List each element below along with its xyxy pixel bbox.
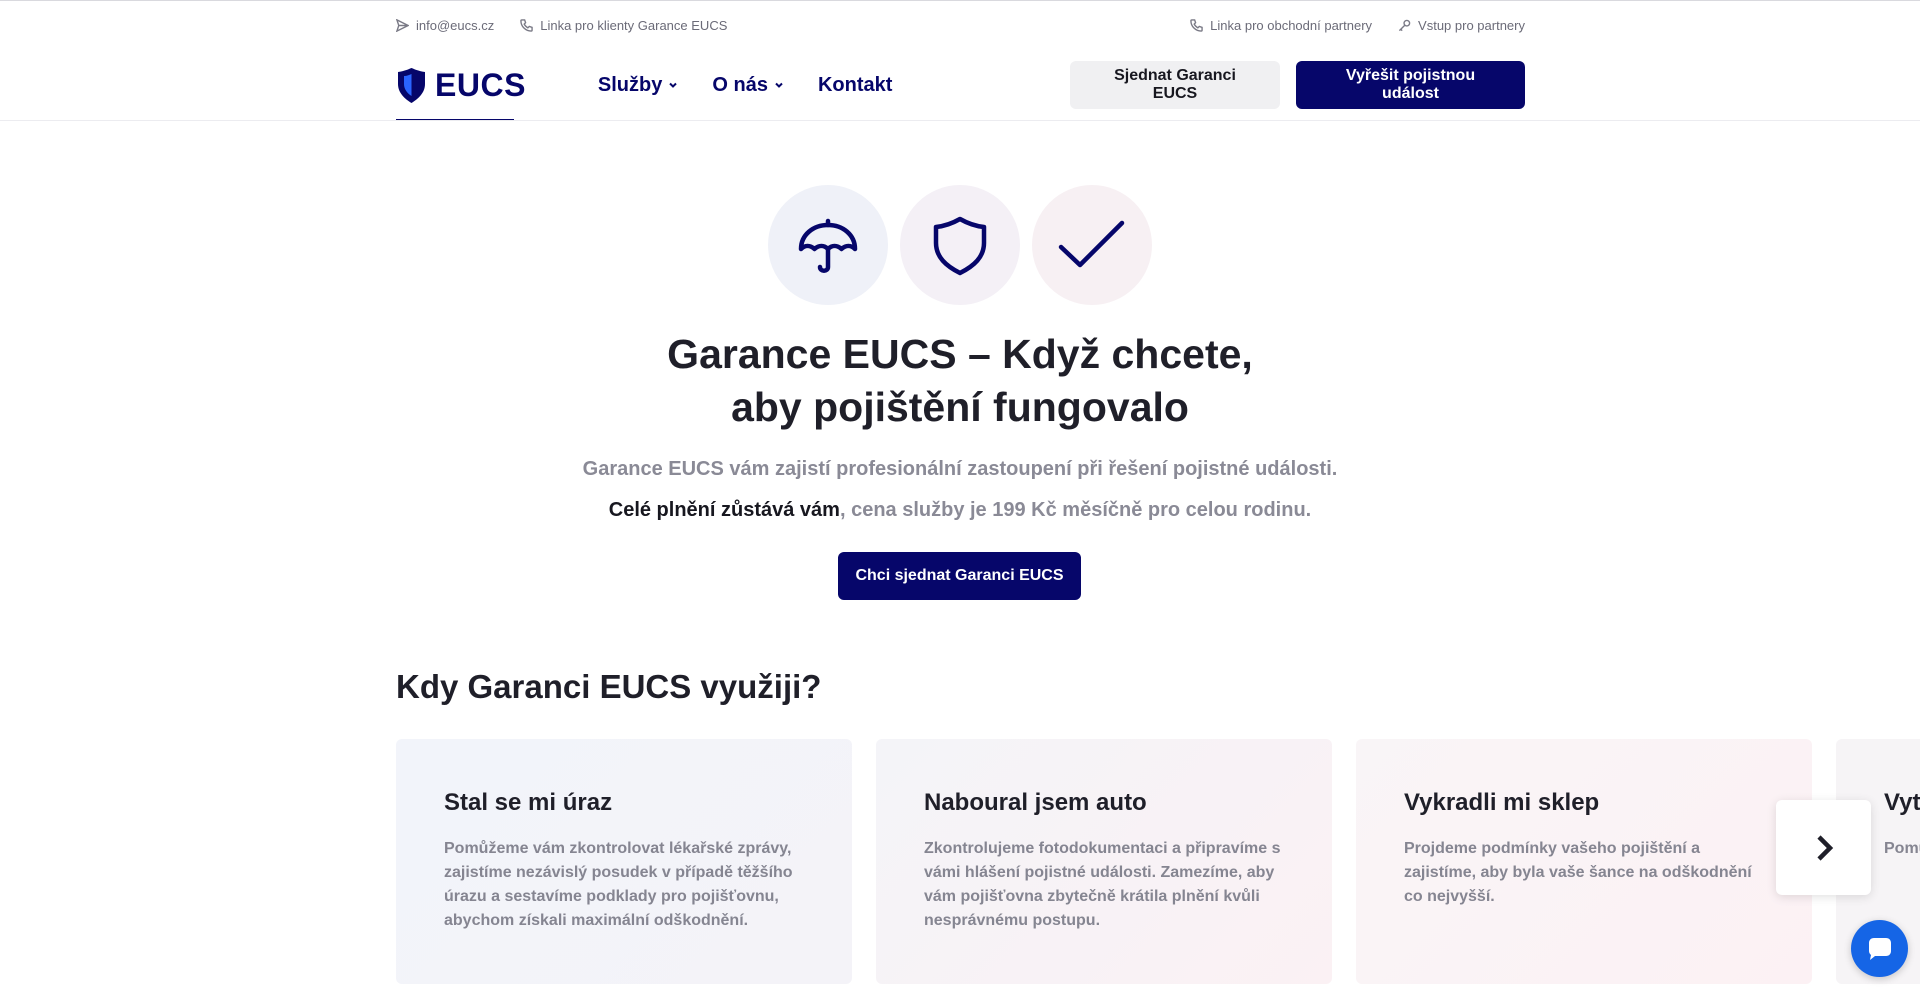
card-title: Vyt (1884, 789, 1920, 816)
chevron-right-icon (1816, 834, 1833, 861)
hero-title-line1: Garance EUCS – Když chcete, (667, 331, 1253, 377)
menu-label: Kontakt (817, 73, 893, 96)
phone-icon (520, 18, 534, 32)
card-injury[interactable]: Stal se mi úraz Pomůžeme vám zkontrolova… (396, 739, 852, 984)
hero-subtitle-bold: Celé plnění zůstává vám (608, 499, 840, 521)
utility-bar: info@eucs.cz Linka pro klienty Garance E… (396, 14, 1525, 36)
main-nav: EUCS Služby O nás Kontakt Sjednat Garanc… (396, 50, 1525, 121)
logo-shield-icon (398, 67, 425, 103)
card-text: Pomů uplat a pro (1884, 840, 1920, 857)
carousel-next-button[interactable] (1776, 800, 1871, 895)
phone-icon (1190, 18, 1203, 32)
umbrella-icon (798, 218, 858, 273)
card-text: Pomůžeme vám zkontrolovat lékařské zpráv… (444, 840, 793, 929)
umbrella-circle (768, 185, 888, 305)
partner-login-link[interactable]: Vstup pro partnery (1398, 18, 1525, 33)
card-title: Vykradli mi sklep (1404, 789, 1600, 816)
menu-label: O nás (712, 73, 768, 96)
top-border (0, 0, 1920, 1)
check-circle (1032, 185, 1152, 305)
shield-circle (900, 185, 1020, 305)
card-car-crash[interactable]: Naboural jsem auto Zkontrolujeme fotodok… (876, 739, 1332, 984)
client-line-link[interactable]: Linka pro klienty Garance EUCS (520, 18, 727, 33)
nav-divider (0, 120, 1920, 121)
email-link[interactable]: info@eucs.cz (396, 18, 494, 33)
card-title: Naboural jsem auto (924, 789, 1147, 816)
partner-line-link[interactable]: Linka pro obchodní partnery (1190, 18, 1372, 33)
solve-claim-button[interactable]: Vyřešit pojistnou událost (1296, 61, 1525, 109)
hero-subtitle-rest: , cena služby je 199 Kč měsíčně pro celo… (839, 499, 1312, 521)
hero-icons (768, 185, 1152, 305)
hero-title: Garance EUCS – Když chcete, aby pojištěn… (560, 328, 1360, 434)
arrange-guarantee-button[interactable]: Sjednat Garanci EUCS (1070, 61, 1280, 109)
menu-item-services[interactable]: Služby (598, 74, 678, 97)
menu: Služby O nás Kontakt (598, 74, 892, 97)
partner-line-text: Linka pro obchodní partnery (1210, 17, 1373, 33)
chat-bubble-icon (1868, 937, 1891, 960)
card-title: Stal se mi úraz (444, 789, 613, 816)
chat-button[interactable] (1851, 920, 1908, 977)
chevron-down-icon (775, 82, 783, 88)
section-title: Kdy Garanci EUCS využiji? (396, 668, 822, 705)
hero-subtitle: Garance EUCS vám zajistí profesionální z… (582, 458, 1338, 480)
hero-subtitle-2: Celé plnění zůstává vám, cena služby je … (460, 499, 1460, 522)
menu-label: Služby (597, 73, 663, 96)
chevron-down-icon (669, 82, 678, 88)
menu-item-about[interactable]: O nás (712, 74, 784, 97)
email-text: info@eucs.cz (416, 17, 495, 33)
menu-item-contact[interactable]: Kontakt (818, 74, 892, 97)
key-icon (1398, 19, 1411, 31)
card-burglary[interactable]: Vykradli mi sklep Projdeme podmínky vaše… (1356, 739, 1812, 984)
partner-login-text: Vstup pro partnery (1418, 17, 1525, 33)
arrange-cta-button[interactable]: Chci sjednat Garanci EUCS (838, 552, 1081, 600)
logo-text: EUCS (435, 66, 526, 103)
send-icon (396, 18, 409, 32)
nav-buttons: Sjednat Garanci EUCS Vyřešit pojistnou u… (1070, 61, 1525, 109)
hero-title-line2: aby pojištění fungovalo (731, 384, 1189, 430)
card-text: Zkontrolujeme fotodokumentaci a připraví… (924, 840, 1281, 929)
cards-carousel: Stal se mi úraz Pomůžeme vám zkontrolova… (396, 739, 1920, 984)
client-line-text: Linka pro klienty Garance EUCS (540, 17, 728, 33)
check-icon (1058, 220, 1125, 268)
card-text: Projdeme podmínky vašeho pojištění a zaj… (1404, 840, 1752, 905)
shield-icon (933, 216, 987, 276)
logo[interactable]: EUCS (396, 50, 526, 121)
